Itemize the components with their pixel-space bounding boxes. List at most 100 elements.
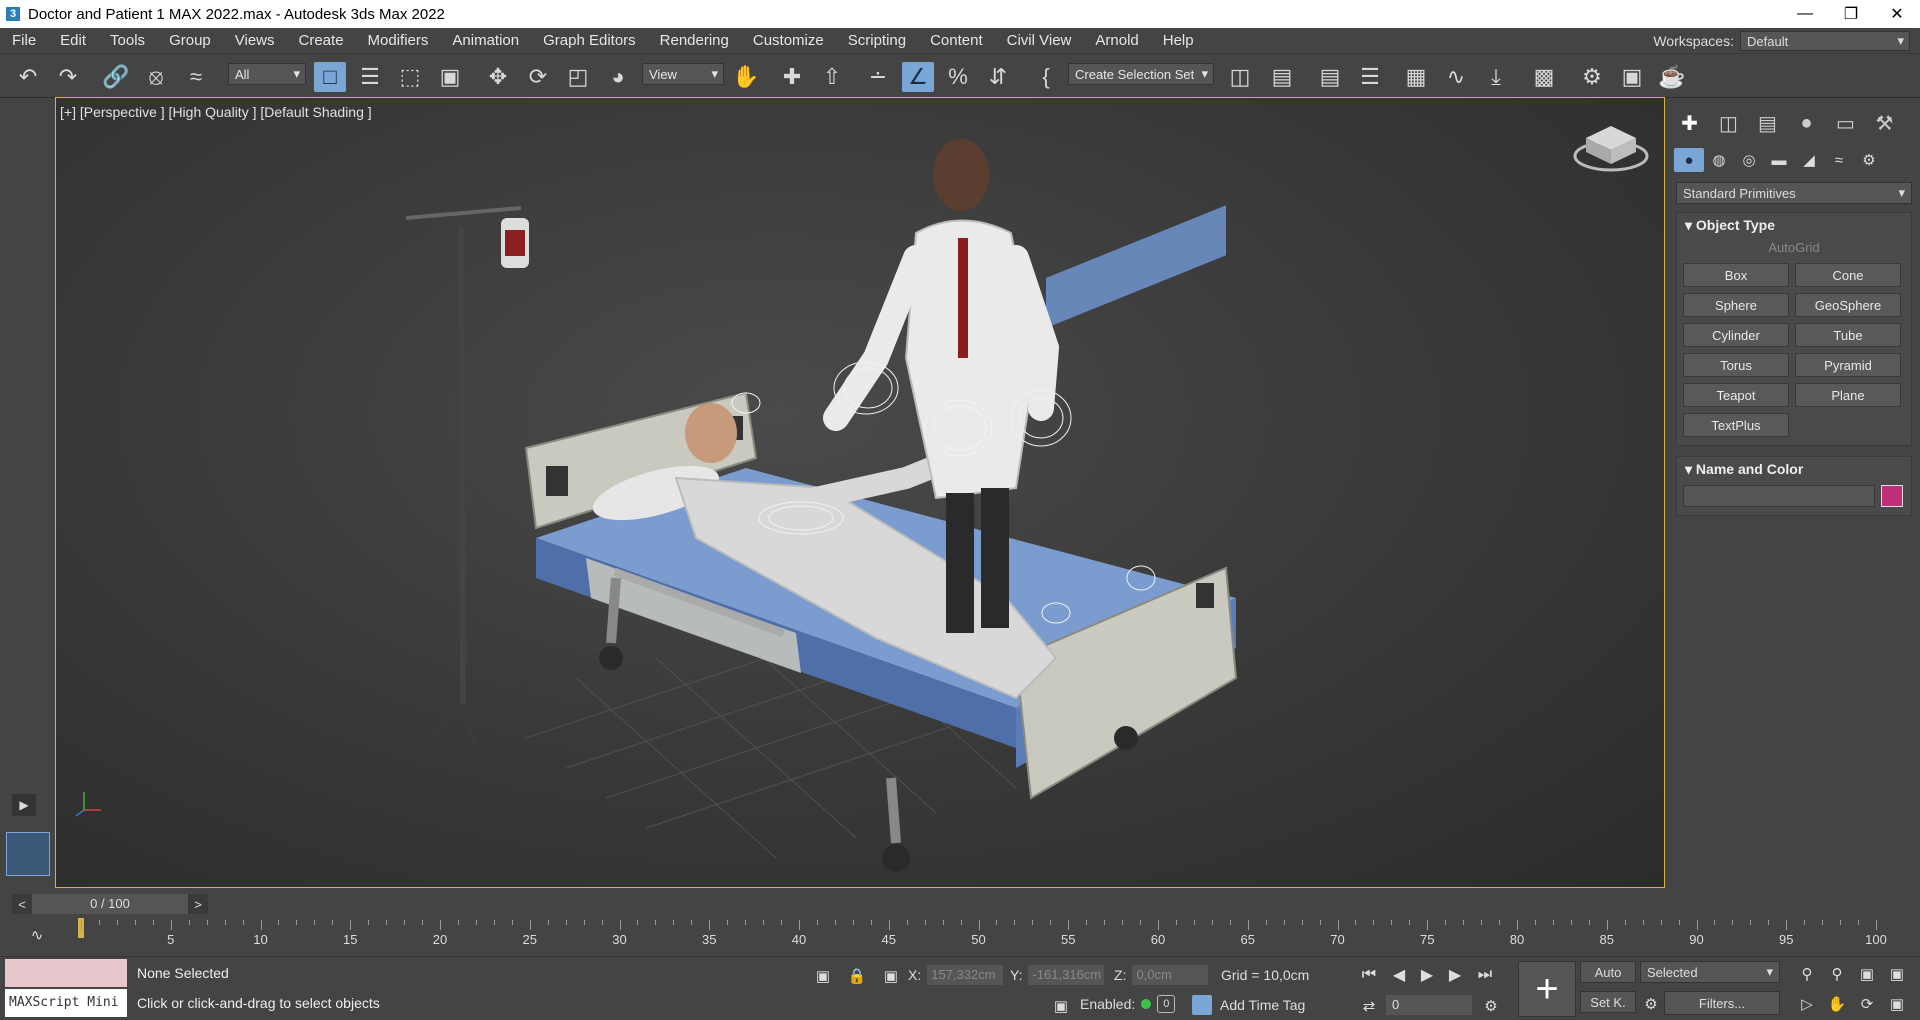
material-editor-icon[interactable]: ▩ [1528, 62, 1560, 92]
angle-snap-icon[interactable]: ∠ [902, 62, 934, 92]
curve-editor-icon[interactable]: ∿ [1440, 62, 1472, 92]
viewcube[interactable] [1573, 126, 1649, 172]
menu-arnold[interactable]: Arnold [1083, 32, 1150, 49]
key-filter-selection-dropdown[interactable]: Selected [1640, 961, 1780, 983]
enabled-indicator-icon[interactable] [1141, 999, 1152, 1009]
zoom-all-icon[interactable]: ⚲ [1826, 963, 1848, 985]
torus-button[interactable]: Torus [1683, 353, 1789, 377]
textplus-button[interactable]: TextPlus [1683, 413, 1789, 437]
current-frame-field[interactable]: 0 [1386, 995, 1472, 1015]
perspective-viewport[interactable]: [+] [Perspective ] [High Quality ] [Defa… [55, 97, 1665, 888]
menu-help[interactable]: Help [1151, 32, 1206, 49]
scale-icon[interactable]: ◰ [562, 62, 594, 92]
scene-explorer-icon[interactable]: ▤ [1314, 62, 1346, 92]
systems-icon[interactable]: ⚙ [1854, 148, 1884, 172]
helpers-icon[interactable]: ◢ [1794, 148, 1824, 172]
next-frame-arrow-icon[interactable]: > [188, 894, 208, 914]
window-crossing-icon[interactable]: ▣ [434, 62, 466, 92]
track-bar[interactable]: 5 10 15 20 25 30 35 40 45 50 55 60 65 70 75 80 85 90 95 100 [60, 918, 1920, 950]
geometry-icon[interactable]: ● [1674, 148, 1704, 172]
previous-frame-icon[interactable]: ◀ [1386, 963, 1412, 987]
selection-filter-dropdown[interactable]: All [228, 63, 306, 85]
ribbon-icon[interactable]: ▦ [1400, 62, 1432, 92]
menu-scripting[interactable]: Scripting [836, 32, 918, 49]
redo-icon[interactable]: ↷ [52, 62, 84, 92]
shapes-icon[interactable]: ◍ [1704, 148, 1734, 172]
schematic-view-icon[interactable]: ⤓ [1480, 62, 1512, 92]
select-by-name-icon[interactable]: ☰ [354, 62, 386, 92]
menu-modifiers[interactable]: Modifiers [356, 32, 441, 49]
zoom-icon[interactable]: ⚲ [1796, 963, 1818, 985]
hierarchy-tab-icon[interactable]: ▤ [1748, 110, 1787, 136]
edit-named-selection-icon[interactable]: { [1030, 62, 1062, 92]
select-manipulate-icon[interactable]: ✚ [776, 62, 808, 92]
go-to-start-icon[interactable]: ⏮ [1356, 963, 1382, 987]
box-button[interactable]: Box [1683, 263, 1789, 287]
object-type-header[interactable]: Object Type [1677, 213, 1911, 237]
undo-icon[interactable]: ↶ [12, 62, 44, 92]
add-time-tag-button[interactable]: Add Time Tag [1192, 995, 1305, 1015]
display-tab-icon[interactable]: ▭ [1826, 110, 1865, 136]
snaps-toggle-icon[interactable]: ∸ [862, 62, 894, 92]
move-icon[interactable]: ✥ [482, 62, 514, 92]
menu-graph-editors[interactable]: Graph Editors [531, 32, 648, 49]
filters-button[interactable]: Filters... [1664, 991, 1780, 1015]
layer-explorer-icon[interactable]: ☰ [1354, 62, 1386, 92]
menu-rendering[interactable]: Rendering [648, 32, 741, 49]
menu-tools[interactable]: Tools [98, 32, 157, 49]
tube-button[interactable]: Tube [1795, 323, 1901, 347]
cone-button[interactable]: Cone [1795, 263, 1901, 287]
menu-file[interactable]: File [0, 32, 48, 49]
lights-icon[interactable]: ◎ [1734, 148, 1764, 172]
create-tab-icon[interactable]: ✚ [1670, 110, 1709, 136]
orbit-icon[interactable]: ⟳ [1856, 993, 1878, 1015]
time-slider-value[interactable]: 0 / 100 [32, 894, 188, 914]
y-field[interactable]: -161,316cm [1028, 965, 1105, 985]
time-slider[interactable]: < 0 / 100 > [12, 894, 208, 914]
render-production-icon[interactable]: ☕ [1656, 62, 1688, 92]
select-object-icon[interactable]: □ [314, 62, 346, 92]
utilities-tab-icon[interactable]: ⚒ [1865, 110, 1904, 136]
zoom-extents-all-icon[interactable]: ▣ [1886, 963, 1908, 985]
link-icon[interactable]: 🔗 [100, 62, 132, 92]
go-to-end-icon[interactable]: ⏭ [1472, 963, 1498, 987]
pyramid-button[interactable]: Pyramid [1795, 353, 1901, 377]
key-mode-toggle-icon[interactable]: ⇄ [1358, 995, 1380, 1017]
mirror-icon[interactable]: ◫ [1224, 62, 1256, 92]
pan-view-icon[interactable]: ✋ [1826, 993, 1848, 1015]
set-key-button[interactable]: + [1518, 961, 1576, 1017]
autogrid-checkbox[interactable]: AutoGrid [1677, 237, 1911, 259]
maxscript-input[interactable]: MAXScript Mini [5, 989, 127, 1017]
bind-spacewarp-icon[interactable]: ≈ [180, 62, 212, 92]
modify-tab-icon[interactable]: ◫ [1709, 110, 1748, 136]
rectangular-region-icon[interactable]: ⬚ [394, 62, 426, 92]
x-field[interactable]: 157,332cm [927, 965, 1004, 985]
menu-views[interactable]: Views [223, 32, 287, 49]
rotate-icon[interactable]: ⟳ [522, 62, 554, 92]
expand-play-icon[interactable]: ▶ [12, 794, 36, 816]
create-selection-set-dropdown[interactable]: Create Selection Set [1068, 63, 1214, 85]
pivot-center-icon[interactable]: ✋ [730, 62, 762, 92]
render-setup-icon[interactable]: ⚙ [1576, 62, 1608, 92]
next-frame-icon[interactable]: ▶ [1442, 963, 1468, 987]
align-icon[interactable]: ▤ [1266, 62, 1298, 92]
time-configuration-icon[interactable]: ⚙ [1480, 995, 1502, 1017]
cameras-icon[interactable]: ▬ [1764, 148, 1794, 172]
cylinder-button[interactable]: Cylinder [1683, 323, 1789, 347]
teapot-button[interactable]: Teapot [1683, 383, 1789, 407]
place-icon[interactable]: ◕ [602, 62, 634, 92]
restore-button[interactable]: ❐ [1828, 0, 1874, 28]
menu-content[interactable]: Content [918, 32, 995, 49]
menu-edit[interactable]: Edit [48, 32, 98, 49]
viewport-layout-thumbnail[interactable] [6, 832, 50, 876]
space-warps-icon[interactable]: ≈ [1824, 148, 1854, 172]
name-and-color-header[interactable]: Name and Color [1677, 457, 1911, 481]
set-key-mode-button[interactable]: Set K. [1580, 991, 1636, 1013]
absolute-mode-icon[interactable]: ▣ [880, 965, 902, 987]
play-icon[interactable]: ▶ [1414, 963, 1440, 987]
primitives-category-dropdown[interactable]: Standard Primitives [1676, 182, 1912, 204]
zoom-extents-icon[interactable]: ▣ [1856, 963, 1878, 985]
maxscript-output[interactable] [5, 959, 127, 987]
menu-create[interactable]: Create [287, 32, 356, 49]
time-tag-icon[interactable]: ▣ [1050, 995, 1072, 1017]
